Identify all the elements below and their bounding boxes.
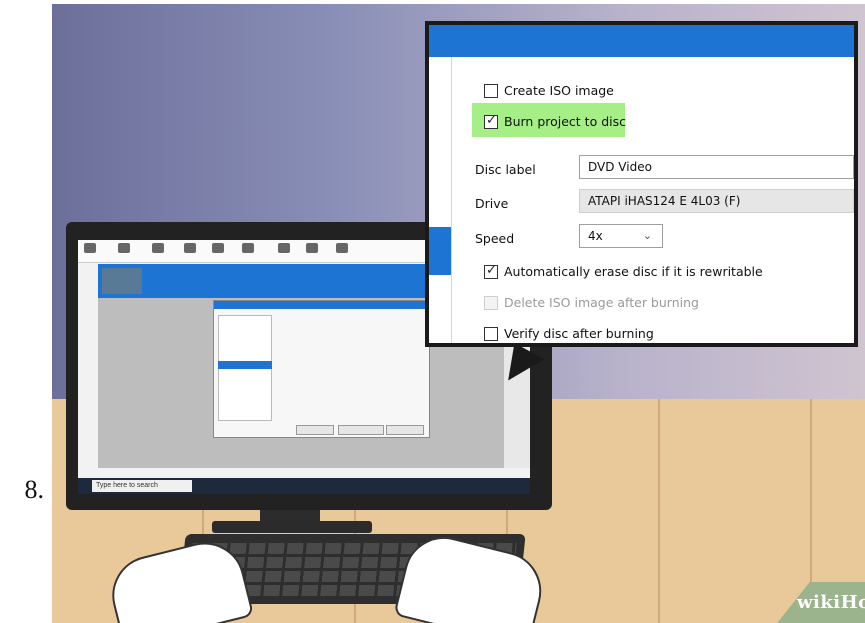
create-dvd-icon[interactable]: [242, 243, 254, 253]
project-settings-icon[interactable]: [184, 243, 196, 253]
burn-project-label: Burn project to disc: [504, 114, 626, 129]
auto-erase-checkbox[interactable]: [484, 263, 498, 279]
zoom-category-list: [429, 57, 452, 343]
open-project-icon[interactable]: [118, 243, 130, 253]
speed-label: Speed: [475, 231, 515, 246]
auto-erase-label: Automatically erase disc if it is rewrit…: [504, 264, 763, 279]
drive-field[interactable]: ATAPI iHAS124 E 4L03 (F): [579, 189, 854, 213]
dialog-titlebar: [214, 301, 429, 309]
project-settings-dialog: [213, 300, 430, 438]
create-iso-checkbox[interactable]: [484, 84, 498, 98]
step-number: 8.: [24, 475, 45, 504]
video-thumbnail: [102, 268, 142, 294]
zoom-category-selected[interactable]: [429, 227, 451, 275]
verify-checkbox[interactable]: [484, 327, 498, 341]
taskbar-search[interactable]: Type here to search: [92, 480, 192, 492]
verify-label: Verify disc after burning: [504, 326, 654, 341]
speed-value: 4x: [588, 229, 603, 243]
update-icon[interactable]: [336, 243, 348, 253]
taskbar: Type here to search: [78, 478, 530, 494]
drive-label: Drive: [475, 196, 509, 211]
menu-settings-icon[interactable]: [212, 243, 224, 253]
chevron-down-icon: ⌄: [642, 229, 652, 242]
about-icon[interactable]: [306, 243, 318, 253]
wikihow-watermark: wikiHow: [797, 592, 865, 613]
new-project-icon[interactable]: [84, 243, 96, 253]
disc-label-input[interactable]: DVD Video: [579, 155, 854, 179]
delete-iso-label: Delete ISO image after burning: [504, 295, 699, 310]
create-iso-label: Create ISO image: [504, 83, 614, 98]
scale-icon[interactable]: [278, 243, 290, 253]
zoom-titlebar: [429, 25, 854, 57]
dialog-accept-button[interactable]: [386, 425, 424, 435]
disc-label-label: Disc label: [475, 162, 536, 177]
speed-select[interactable]: 4x ⌄: [579, 224, 663, 248]
dialog-category-burning[interactable]: [218, 361, 272, 369]
monitor-stand-base: [212, 521, 372, 533]
dialog-cancel-button[interactable]: [296, 425, 334, 435]
save-project-icon[interactable]: [152, 243, 164, 253]
dialog-default-button[interactable]: [338, 425, 384, 435]
burn-project-checkbox[interactable]: [484, 113, 498, 129]
delete-iso-checkbox[interactable]: [484, 296, 498, 310]
